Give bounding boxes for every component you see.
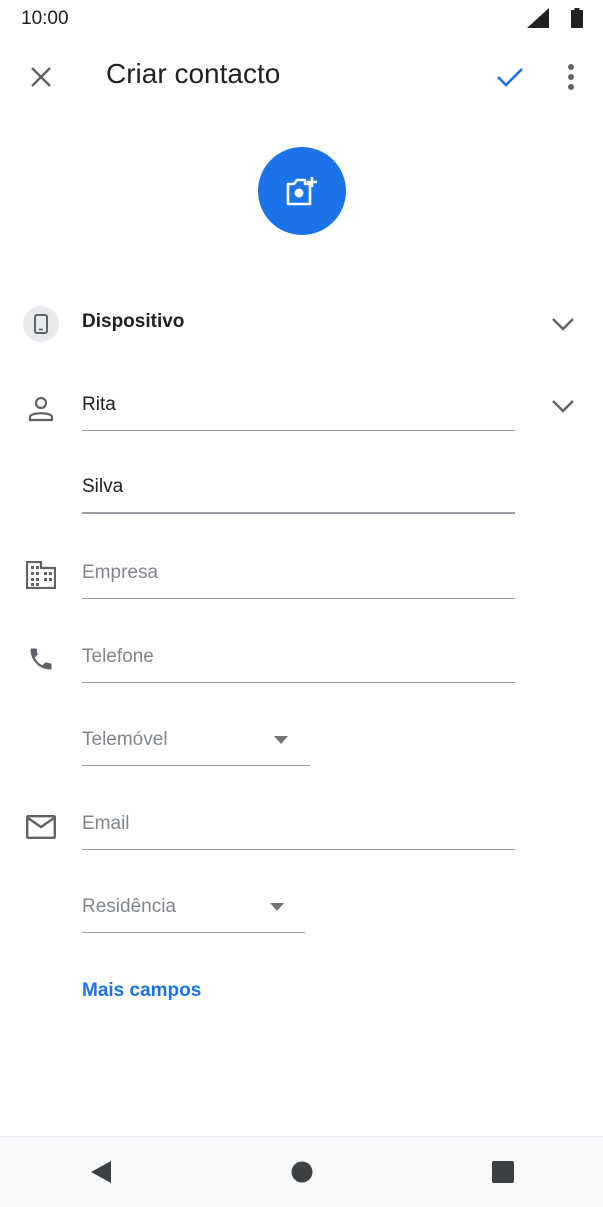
email-input[interactable]	[82, 813, 515, 850]
nav-recents-button[interactable]	[473, 1142, 533, 1202]
phone-device-icon	[34, 314, 48, 334]
more-fields-link[interactable]: Mais campos	[82, 980, 201, 1002]
last-name-input[interactable]	[82, 476, 515, 514]
account-expand-button[interactable]	[543, 306, 583, 342]
company-input[interactable]	[82, 562, 515, 599]
more-vert-icon	[568, 64, 574, 90]
add-photo-button[interactable]	[258, 147, 346, 235]
account-label: Dispositivo	[82, 311, 185, 332]
email-type-value: Residência	[82, 896, 176, 917]
status-time: 10:00	[21, 8, 69, 29]
add-photo-icon	[286, 177, 317, 206]
chevron-down-icon	[552, 318, 574, 331]
phone-icon	[27, 645, 55, 678]
person-icon	[27, 395, 55, 428]
device-icon-circle	[23, 306, 59, 342]
more-options-button[interactable]	[556, 58, 586, 96]
close-icon	[31, 67, 51, 87]
home-circle-icon	[291, 1161, 312, 1183]
nav-home-button[interactable]	[272, 1142, 332, 1202]
page-title: Criar contacto	[106, 58, 281, 89]
business-icon	[25, 560, 57, 594]
save-button[interactable]	[490, 58, 530, 96]
phone-type-value: Telemóvel	[82, 729, 168, 750]
email-icon	[26, 815, 57, 844]
name-expand-button[interactable]	[543, 388, 583, 424]
status-icons	[527, 8, 583, 28]
recents-square-icon	[491, 1161, 514, 1183]
email-type-select[interactable]: Residência	[82, 896, 305, 933]
battery-icon	[571, 8, 583, 28]
phone-type-select[interactable]: Telemóvel	[82, 729, 310, 766]
navigation-bar	[0, 1136, 603, 1207]
signal-icon	[527, 8, 549, 28]
dropdown-arrow-icon	[274, 736, 288, 744]
back-triangle-icon	[90, 1161, 111, 1183]
close-button[interactable]	[22, 58, 60, 96]
first-name-input[interactable]	[82, 394, 515, 431]
dropdown-arrow-icon	[270, 903, 284, 911]
check-icon	[497, 68, 523, 87]
phone-input[interactable]	[82, 646, 515, 683]
chevron-down-icon	[552, 400, 574, 413]
nav-back-button[interactable]	[71, 1142, 131, 1202]
